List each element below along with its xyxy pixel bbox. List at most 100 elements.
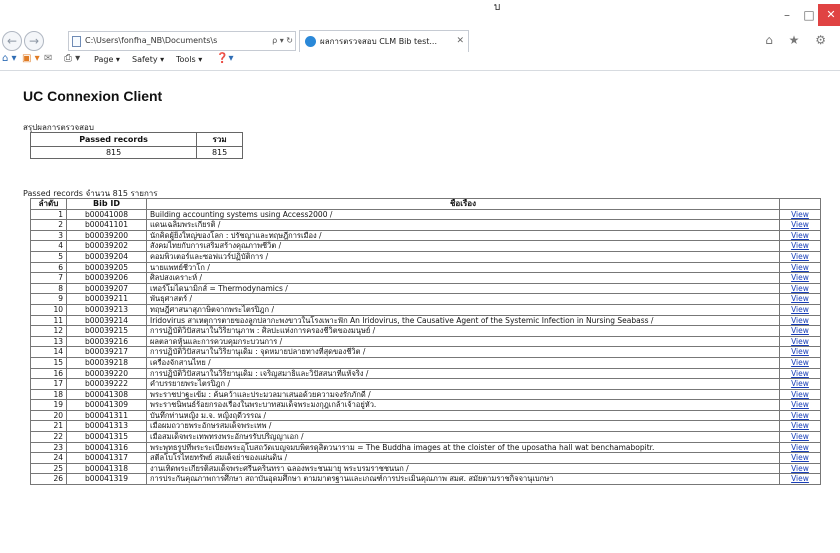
view-link[interactable]: View — [791, 475, 809, 484]
view-link[interactable]: View — [791, 443, 809, 452]
table-row: 8 b00039207 เทอร์โมไดนามิกส์ = Thermodynam… — [30, 282, 821, 295]
view-link[interactable]: View — [791, 231, 809, 240]
page-menu[interactable]: Page ▾ — [94, 55, 120, 64]
record-view-cell: View — [779, 367, 821, 380]
view-link[interactable]: View — [791, 305, 809, 314]
view-link[interactable]: View — [791, 433, 809, 442]
record-title: เทอร์โมไดนามิกส์ = Thermodynamics / — [146, 282, 780, 295]
page-icon — [72, 36, 81, 47]
table-row: 24 b00041317 สตีลโบโรไทยทรัพย์ สมเด็จย่าขอ… — [30, 452, 821, 464]
view-link[interactable]: View — [791, 263, 809, 272]
record-title: พระราชนิพนธ์ร้อยกรองเรื่องในพระบาทสมเด็จ… — [146, 399, 780, 411]
window-titlebar: บ – □ ✕ — [0, 0, 840, 30]
view-link[interactable]: View — [791, 369, 809, 378]
table-row: 10 b00039213 ทฤษฎีศาสนาสุภาษิตจากพระไตรปิฎ… — [30, 303, 821, 316]
record-bib-id: b00041316 — [66, 441, 147, 454]
view-link[interactable]: View — [791, 390, 809, 399]
record-view-cell: View — [779, 335, 821, 348]
forward-button[interactable]: → — [24, 31, 44, 51]
record-view-cell: View — [779, 325, 821, 337]
record-view-cell: View — [779, 473, 821, 486]
view-link[interactable]: View — [791, 464, 809, 473]
record-order: 26 — [30, 473, 67, 486]
table-row: 19 b00041309 พระราชนิพนธ์ร้อยกรองเรื่องในพ… — [30, 399, 821, 411]
view-link[interactable]: View — [791, 316, 809, 325]
record-view-cell: View — [779, 399, 821, 411]
record-title: บันทึกท่านหญิง ม.จ. หญิงฤดีวรรณ / — [146, 409, 780, 422]
record-title: สังคมไทยกับการเสริมสร้างคุณภาพชีวิต / — [146, 240, 780, 252]
record-view-cell: View — [779, 346, 821, 358]
view-link[interactable]: View — [791, 242, 809, 251]
record-view-cell: View — [779, 356, 821, 369]
record-bib-id: b00041319 — [66, 473, 147, 486]
view-link[interactable]: View — [791, 327, 809, 336]
view-link[interactable]: View — [791, 411, 809, 420]
record-view-cell: View — [779, 409, 821, 422]
close-window-button[interactable]: ✕ — [818, 4, 840, 26]
window-title-mark: บ — [494, 2, 501, 13]
header-bib-id: Bib ID — [66, 198, 147, 210]
summary-passed-value: 815 — [29, 146, 198, 159]
record-title: เมื่อสมเด็จพระเทพทรงพระอักษรรับปริญญาเอก… — [146, 431, 780, 443]
mail-icon[interactable]: ✉ — [44, 53, 52, 64]
record-order: 14 — [30, 346, 67, 358]
table-row: 5 b00039204 คอมพิวเตอร์และซอฟแวร์ปฏิบัติกา… — [30, 250, 821, 263]
record-view-cell: View — [779, 282, 821, 295]
minimize-button[interactable]: – — [776, 4, 798, 26]
view-link[interactable]: View — [791, 210, 809, 219]
record-view-cell: View — [779, 293, 821, 305]
view-link[interactable]: View — [791, 295, 809, 304]
view-link[interactable]: View — [791, 401, 809, 410]
address-bar[interactable]: C:\Users\fonfha_NB\Documents\s ρ ▾ ↻ — [68, 31, 296, 51]
table-row: 1 b00041008 Building accounting systems us… — [30, 208, 821, 221]
view-link[interactable]: View — [791, 284, 809, 293]
record-view-cell: View — [779, 388, 821, 401]
record-bib-id: b00039214 — [66, 314, 147, 327]
view-link[interactable]: View — [791, 358, 809, 367]
record-view-cell: View — [779, 219, 821, 231]
address-text: C:\Users\fonfha_NB\Documents\s — [85, 36, 218, 45]
record-bib-id: b00041308 — [66, 388, 147, 401]
home-icon[interactable]: ⌂ ▾ — [2, 53, 17, 64]
record-order: 3 — [30, 229, 67, 242]
view-link[interactable]: View — [791, 274, 809, 283]
record-title: Iridovirus สาเหตุการตายของลูกปลากะพงขาวใ… — [146, 314, 780, 327]
view-link[interactable]: View — [791, 422, 809, 431]
record-order: 22 — [30, 431, 67, 443]
search-refresh-icons[interactable]: ρ ▾ ↻ — [272, 32, 293, 50]
back-button[interactable]: ← — [2, 31, 22, 51]
record-order: 8 — [30, 282, 67, 295]
table-row: 22 b00041315 เมื่อสมเด็จพระเทพทรงพระอักษรร… — [30, 431, 821, 443]
record-view-cell: View — [779, 303, 821, 316]
table-row: 13 b00039216 ผลตลาดหุ้นและการควบคุมกระบวนก… — [30, 335, 821, 348]
view-link[interactable]: View — [791, 380, 809, 389]
help-icon[interactable]: ❓▾ — [216, 53, 233, 64]
records-body: 1 b00041008 Building accounting systems us… — [30, 208, 821, 486]
table-row: 7 b00039206 ศิลปสงเคราะห์ / View — [30, 272, 821, 284]
view-link[interactable]: View — [791, 252, 809, 261]
tools-menu[interactable]: Tools ▾ — [176, 55, 202, 64]
record-order: 19 — [30, 399, 67, 411]
view-link[interactable]: View — [791, 221, 809, 230]
record-view-cell: View — [779, 240, 821, 252]
table-row: 11 b00039214 Iridovirus สาเหตุการตายของลูก… — [30, 314, 821, 327]
record-bib-id: b00039218 — [66, 356, 147, 369]
record-order: 1 — [30, 208, 67, 221]
record-bib-id: b00041315 — [66, 431, 147, 443]
table-row: 15 b00039218 เครื่องจักสานไทย / View — [30, 356, 821, 369]
record-title: Building accounting systems using Access… — [146, 208, 780, 221]
feeds-icon[interactable]: ▣ ▾ — [22, 53, 40, 64]
record-view-cell: View — [779, 431, 821, 443]
tab-active[interactable]: ผลการตรวจสอบ CLM Bib test... ✕ — [299, 30, 469, 52]
view-link[interactable]: View — [791, 337, 809, 346]
record-bib-id: b00039217 — [66, 346, 147, 358]
safety-menu[interactable]: Safety ▾ — [132, 55, 164, 64]
print-icon[interactable]: ⎙ ▾ — [64, 53, 80, 64]
record-view-cell: View — [779, 272, 821, 284]
maximize-button[interactable]: □ — [798, 4, 820, 26]
tab-close-icon[interactable]: ✕ — [456, 31, 464, 52]
home-favorites-settings-icons[interactable]: ⌂ ★ ⚙ — [765, 33, 832, 47]
record-order: 13 — [30, 335, 67, 348]
view-link[interactable]: View — [791, 454, 809, 463]
view-link[interactable]: View — [791, 348, 809, 357]
